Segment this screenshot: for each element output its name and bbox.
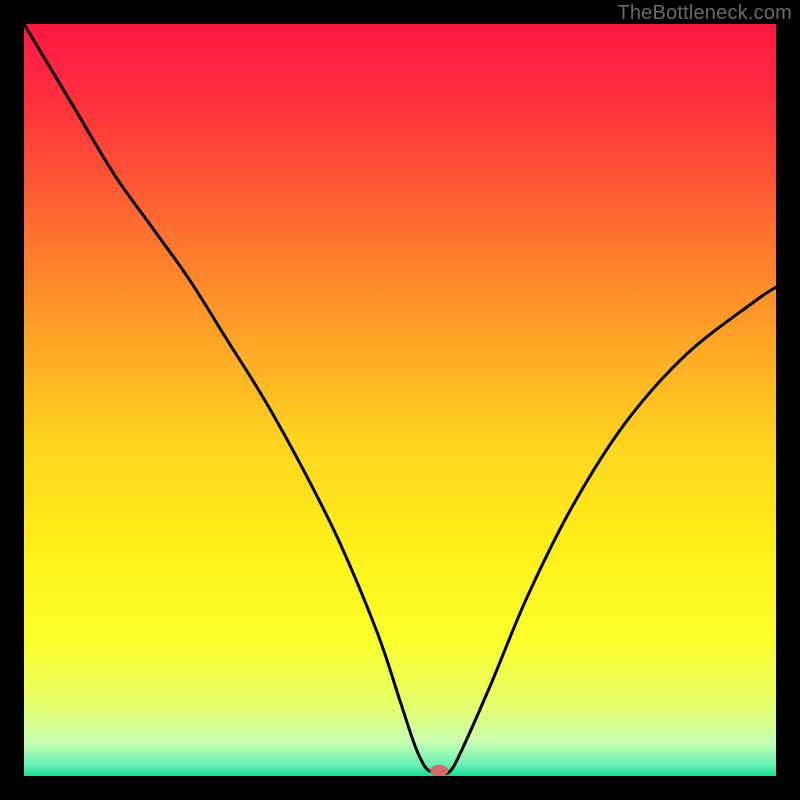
chart-frame: TheBottleneck.com [0,0,800,800]
gradient-background [24,24,776,776]
attribution-label: TheBottleneck.com [617,2,792,25]
bottleneck-chart [24,24,776,776]
plot-area [24,24,776,776]
